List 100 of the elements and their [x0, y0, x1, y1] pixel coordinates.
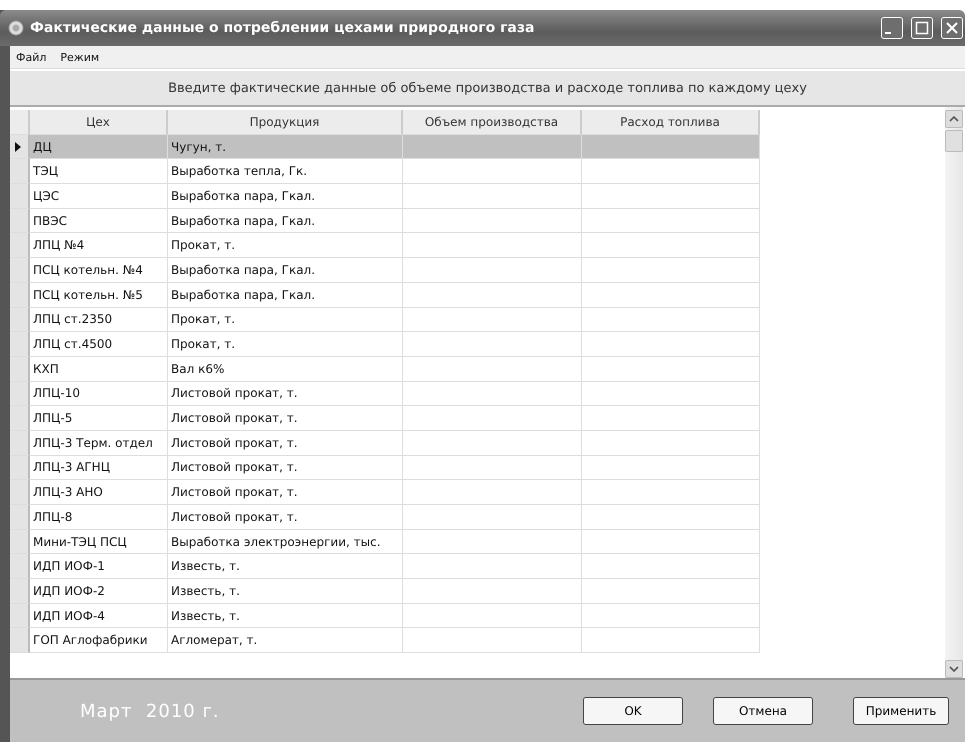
table-cell[interactable]	[403, 208, 582, 234]
table-cell[interactable]	[582, 604, 760, 628]
scroll-up-icon[interactable]	[945, 110, 963, 128]
table-cell[interactable]	[582, 430, 760, 456]
table-row[interactable]: КХП Вал к6%	[10, 356, 945, 382]
table-cell[interactable]	[582, 356, 760, 382]
table-cell[interactable]	[582, 554, 760, 580]
table-row[interactable]: ЛПЦ ст.2350 Прокат, т.	[10, 308, 945, 332]
table-cell[interactable]	[403, 233, 582, 258]
table-cell[interactable]	[582, 530, 760, 554]
column-header[interactable]: Объем производства	[403, 110, 582, 135]
column-header[interactable]: Расход топлива	[582, 110, 760, 135]
table-cell[interactable]	[582, 233, 760, 258]
table-cell[interactable]	[582, 480, 760, 505]
table-cell[interactable]	[582, 579, 760, 604]
table-cell[interactable]	[403, 382, 582, 406]
dialog-button[interactable]: Применить	[853, 697, 949, 725]
table-cell[interactable]	[582, 258, 760, 283]
scroll-down-icon[interactable]	[945, 660, 963, 678]
menu-item[interactable]: Файл	[16, 50, 46, 64]
close-button[interactable]	[941, 17, 963, 39]
table-cell[interactable]	[403, 554, 582, 580]
table-cell: ДЦ	[30, 134, 168, 160]
table-cell[interactable]	[403, 604, 582, 628]
table-cell[interactable]	[582, 382, 760, 406]
table-row[interactable]: ИДП ИОФ-2 Известь, т.	[10, 579, 945, 604]
table-cell[interactable]	[582, 134, 760, 160]
table-row[interactable]: ПСЦ котельн. №5 Выработка пара, Гкал.	[10, 282, 945, 308]
table-cell: Известь, т.	[168, 604, 403, 628]
row-header	[10, 530, 30, 554]
table-cell[interactable]	[403, 308, 582, 332]
scrollbar[interactable]	[945, 107, 963, 678]
table-row[interactable]: ТЭЦ Выработка тепла, Гк.	[10, 159, 945, 184]
table-cell[interactable]	[403, 282, 582, 308]
table-cell[interactable]	[403, 480, 582, 505]
row-header	[10, 184, 30, 209]
table-row[interactable]: ПВЭС Выработка пара, Гкал.	[10, 208, 945, 234]
table-row[interactable]: ЛПЦ №4 Прокат, т.	[10, 233, 945, 258]
table-cell: ЛПЦ-10	[30, 382, 168, 406]
column-header[interactable]: Цех	[30, 110, 168, 135]
current-row-icon	[14, 140, 22, 153]
table-cell: Выработка пара, Гкал.	[168, 282, 403, 308]
table-row[interactable]: ЛПЦ-8 Листовой прокат, т.	[10, 505, 945, 530]
table-cell: Вал к6%	[168, 356, 403, 382]
table-row[interactable]: ИДП ИОФ-4 Известь, т.	[10, 604, 945, 628]
table-row[interactable]: ПСЦ котельн. №4 Выработка пара, Гкал.	[10, 258, 945, 283]
row-header	[10, 382, 30, 406]
table-cell: ИДП ИОФ-1	[30, 554, 168, 580]
period-label: Март 2010 г.	[80, 700, 221, 722]
table-cell[interactable]	[582, 184, 760, 209]
table-cell[interactable]	[403, 628, 582, 654]
table-row[interactable]: ЦЭС Выработка пара, Гкал.	[10, 184, 945, 209]
table-row[interactable]: Мини-ТЭЦ ПСЦ Выработка электроэнергии, тыс.	[10, 530, 945, 554]
dialog-button[interactable]: Отмена	[713, 697, 813, 725]
scroll-thumb[interactable]	[945, 130, 963, 152]
table-cell: Известь, т.	[168, 554, 403, 580]
table-cell[interactable]	[403, 579, 582, 604]
table-cell[interactable]	[582, 159, 760, 184]
table-row[interactable]: ЛПЦ-5 Листовой прокат, т.	[10, 406, 945, 431]
table-row[interactable]: ЛПЦ-3 АНО Листовой прокат, т.	[10, 480, 945, 505]
table-row[interactable]: ЛПЦ ст.4500 Прокат, т.	[10, 332, 945, 357]
table-cell[interactable]	[403, 505, 582, 530]
table-cell[interactable]	[582, 308, 760, 332]
table-cell[interactable]	[403, 258, 582, 283]
dialog-button[interactable]: OK	[583, 697, 683, 725]
table-cell: Выработка пара, Гкал.	[168, 184, 403, 209]
table-cell[interactable]	[582, 505, 760, 530]
table-cell[interactable]	[403, 332, 582, 357]
table-cell: Чугун, т.	[168, 134, 403, 160]
table-cell[interactable]	[403, 159, 582, 184]
row-header	[10, 456, 30, 480]
table-cell[interactable]	[403, 134, 582, 160]
table-cell[interactable]	[403, 456, 582, 480]
table-cell[interactable]	[582, 282, 760, 308]
table-cell[interactable]	[403, 356, 582, 382]
table-cell: Прокат, т.	[168, 332, 403, 357]
table-cell[interactable]	[582, 332, 760, 357]
table-cell[interactable]	[403, 406, 582, 431]
table-cell[interactable]	[582, 406, 760, 431]
table-cell[interactable]	[403, 430, 582, 456]
table-cell[interactable]	[403, 530, 582, 554]
maximize-button[interactable]	[911, 17, 933, 39]
minimize-button[interactable]	[881, 17, 903, 39]
menu-item[interactable]: Режим	[60, 50, 100, 64]
table-row[interactable]: ДЦ Чугун, т.	[10, 134, 945, 160]
table-row[interactable]: ЛПЦ-3 Терм. отдел Листовой прокат, т.	[10, 430, 945, 456]
table-row[interactable]: ЛПЦ-3 АГНЦ Листовой прокат, т.	[10, 456, 945, 480]
table-cell[interactable]	[582, 456, 760, 480]
row-header	[10, 604, 30, 628]
table-cell[interactable]	[582, 208, 760, 234]
window-title: Фактические данные о потреблении цехами природного газа	[30, 20, 536, 36]
table-cell: ГОП Аглофабрики	[30, 628, 168, 654]
table-cell[interactable]	[582, 628, 760, 654]
table-row[interactable]: ЛПЦ-10 Листовой прокат, т.	[10, 382, 945, 406]
table-cell: ИДП ИОФ-2	[30, 579, 168, 604]
table-row[interactable]: ГОП Аглофабрики Агломерат, т.	[10, 628, 945, 654]
table-row[interactable]: ИДП ИОФ-1 Известь, т.	[10, 554, 945, 580]
column-header[interactable]: Продукция	[168, 110, 403, 135]
table-cell: ПВЭС	[30, 208, 168, 234]
table-cell[interactable]	[403, 184, 582, 209]
